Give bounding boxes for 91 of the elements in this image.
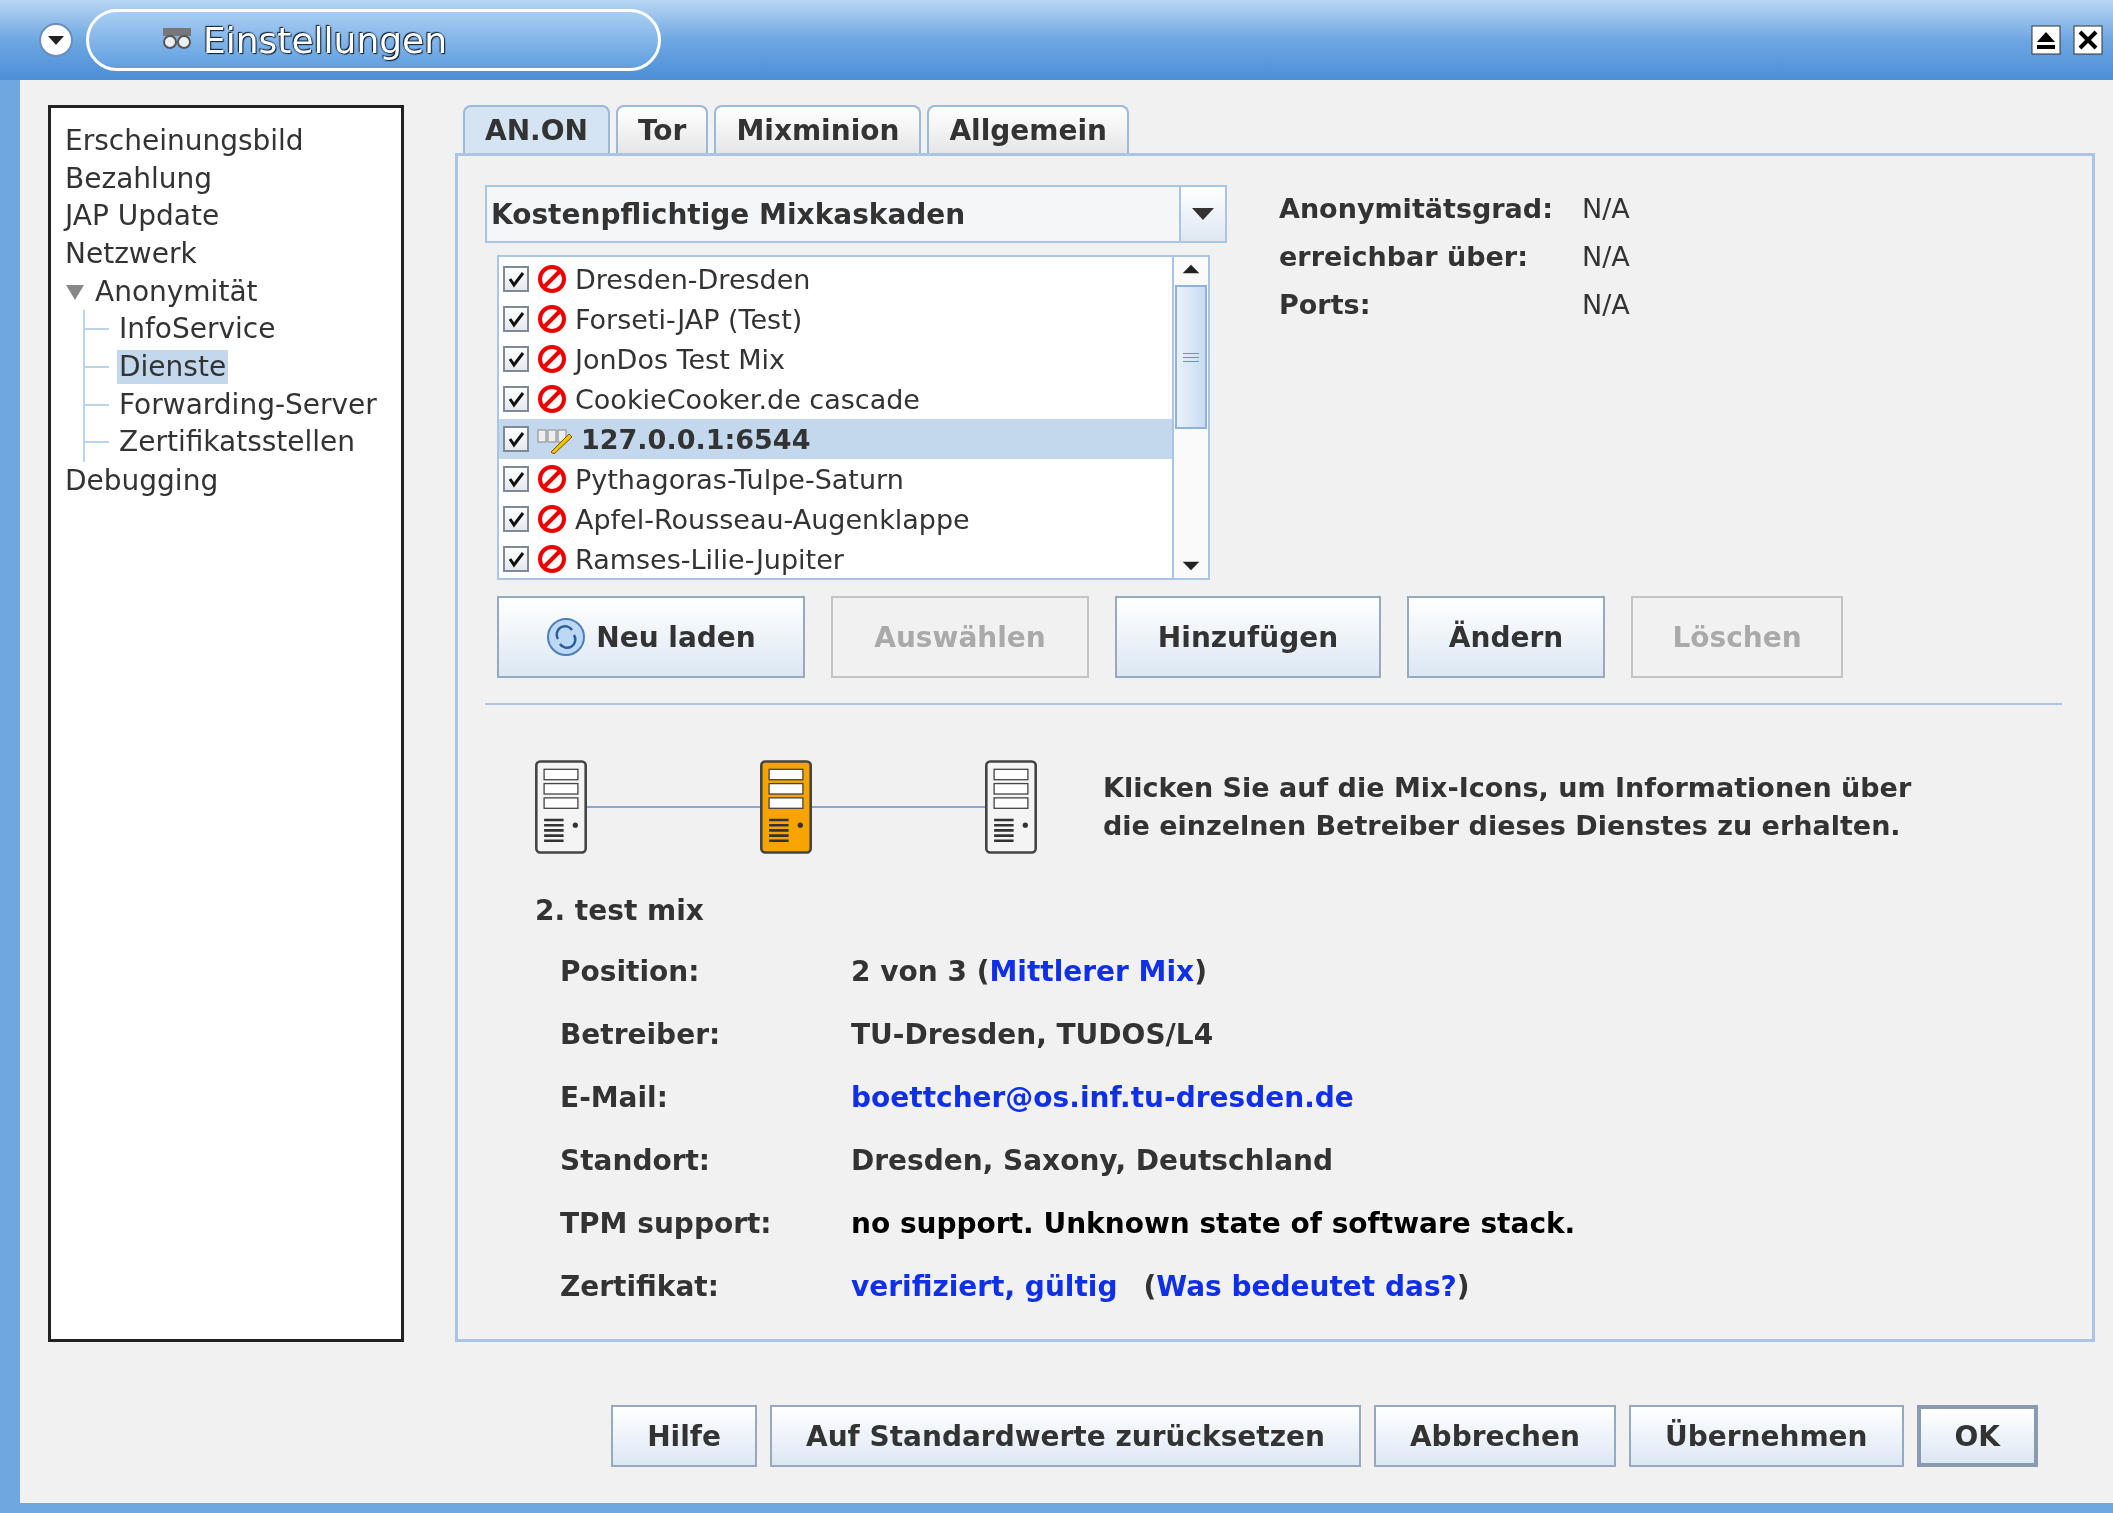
cascade-name: Ramses-Lilie-Jupiter xyxy=(575,543,844,575)
tree-item[interactable]: Erscheinungsbild xyxy=(63,123,306,158)
tree-item[interactable]: Zertifikatsstellen xyxy=(117,425,358,460)
checkbox[interactable] xyxy=(503,506,529,532)
checkbox[interactable] xyxy=(503,386,529,412)
tab[interactable]: Mixminion xyxy=(714,105,922,153)
info-value: N/A xyxy=(1582,289,1630,320)
prohibited-icon xyxy=(537,544,567,574)
detail-value: ) xyxy=(1456,1269,1470,1305)
window-menu-icon[interactable] xyxy=(38,22,74,58)
detail-label: TPM support: xyxy=(560,1206,773,1242)
tree-item[interactable]: Netzwerk xyxy=(63,236,199,271)
info-label: Ports: xyxy=(1279,289,1372,320)
detail-value: 2 von 3 ( xyxy=(851,954,990,990)
dialog-button[interactable]: Übernehmen xyxy=(1628,1405,1904,1467)
cascade-row[interactable]: 127.0.0.1:6544 xyxy=(499,419,1172,459)
cascade-name: Pythagoras-Tulpe-Saturn xyxy=(575,463,904,495)
detail-value: Dresden, Saxony, Deutschland xyxy=(851,1143,1334,1179)
prohibited-icon xyxy=(537,464,567,494)
detail-label: Betreiber: xyxy=(560,1017,722,1053)
dropdown-arrow-icon xyxy=(1192,208,1214,220)
info-label: Anonymitätsgrad: xyxy=(1279,193,1554,224)
action-button[interactable]: Neu laden xyxy=(497,596,805,678)
server-icon[interactable] xyxy=(760,760,812,854)
detail-label: Zertifikat: xyxy=(560,1269,720,1305)
maximize-icon[interactable] xyxy=(2031,25,2061,55)
cascade-name: Apfel-Rousseau-Augenklappe xyxy=(575,503,970,535)
tab[interactable]: AN.ON xyxy=(463,105,610,153)
close-icon[interactable] xyxy=(2073,25,2103,55)
cascade-name: 127.0.0.1:6544 xyxy=(581,423,811,455)
cascade-name: Dresden-Dresden xyxy=(575,263,811,295)
cascade-name: Forseti-JAP (Test) xyxy=(575,303,803,335)
tab[interactable]: Allgemein xyxy=(927,105,1130,153)
cascade-row[interactable]: JonDos Test Mix xyxy=(499,339,1172,379)
detail-value: ) xyxy=(1194,954,1207,990)
prohibited-icon xyxy=(537,344,567,374)
checkbox[interactable] xyxy=(503,466,529,492)
detail-link[interactable]: Mittlerer Mix xyxy=(989,953,1195,990)
scroll-up-icon[interactable] xyxy=(1181,263,1201,275)
detail-link[interactable]: Was bedeutet das? xyxy=(1156,1268,1457,1305)
cascade-row[interactable]: Ramses-Lilie-Jupiter xyxy=(499,539,1172,579)
info-value: N/A xyxy=(1582,241,1630,272)
scroll-down-icon[interactable] xyxy=(1181,560,1201,572)
prohibited-icon xyxy=(537,504,567,534)
cascade-row[interactable]: Forseti-JAP (Test) xyxy=(499,299,1172,339)
detail-link[interactable]: verifiziert, gültig xyxy=(851,1268,1118,1305)
tree-item[interactable]: InfoService xyxy=(117,312,278,347)
prohibited-icon xyxy=(537,264,567,294)
prohibited-icon xyxy=(537,304,567,334)
prohibited-icon xyxy=(537,384,567,414)
detail-label: Standort: xyxy=(560,1143,712,1179)
tree-item[interactable]: Debugging xyxy=(63,464,221,499)
dialog-button[interactable]: Abbrechen xyxy=(1373,1405,1616,1467)
mix-hint-text: Klicken Sie auf die Mix-Icons, um Informationen über die einzelnen Betreiber dieses Dienstes zu erhalten. xyxy=(1103,771,1913,843)
info-label: erreichbar über: xyxy=(1279,241,1529,272)
cascade-name: JonDos Test Mix xyxy=(575,343,786,375)
detail-link[interactable]: boettcher@os.inf.tu-dresden.de xyxy=(851,1079,1354,1116)
server-icon[interactable] xyxy=(985,760,1037,854)
detail-value: ( xyxy=(1143,1269,1157,1305)
info-value: N/A xyxy=(1582,193,1630,224)
checkbox[interactable] xyxy=(503,306,529,332)
tree-item[interactable]: Bezahlung xyxy=(63,161,215,196)
action-button[interactable]: Ändern xyxy=(1407,596,1605,678)
detail-value: no support. Unknown state of software stack. xyxy=(851,1206,1576,1242)
dialog-button[interactable]: Auf Standardwerte zurücksetzen xyxy=(770,1405,1361,1467)
checkbox[interactable] xyxy=(503,426,529,452)
dialog-button[interactable]: Hilfe xyxy=(611,1405,757,1467)
mix-title: 2. test mix xyxy=(535,894,705,927)
dialog-button[interactable]: OK xyxy=(1916,1405,2038,1467)
tree-item[interactable]: Dienste xyxy=(117,349,229,384)
detail-label: Position: xyxy=(560,954,701,990)
checkbox[interactable] xyxy=(503,346,529,372)
action-button[interactable]: Hinzufügen xyxy=(1115,596,1381,678)
tree-item[interactable]: Anonymität xyxy=(93,274,260,309)
reload-icon xyxy=(546,617,587,657)
scrollbar[interactable] xyxy=(1172,257,1208,578)
cascade-dropdown[interactable]: Kostenpflichtige Mixkaskaden xyxy=(485,185,1227,243)
tree-item[interactable]: JAP Update xyxy=(63,199,222,234)
detail-value: TU-Dresden, TUDOS/L4 xyxy=(851,1017,1214,1053)
server-icon[interactable] xyxy=(535,760,587,854)
tree-item[interactable]: Forwarding-Server xyxy=(117,387,379,422)
cascade-row[interactable]: CookieCooker.de cascade xyxy=(499,379,1172,419)
cascade-row[interactable]: Dresden-Dresden xyxy=(499,259,1172,299)
window-title: Einstellungen xyxy=(203,19,448,61)
cascade-row[interactable]: Apfel-Rousseau-Augenklappe xyxy=(499,499,1172,539)
detail-label: E-Mail: xyxy=(560,1080,669,1116)
checkbox[interactable] xyxy=(503,266,529,292)
checkbox[interactable] xyxy=(503,546,529,572)
cascade-name: CookieCooker.de cascade xyxy=(575,383,920,415)
cascade-row[interactable]: Pythagoras-Tulpe-Saturn xyxy=(499,459,1172,499)
tab[interactable]: Tor xyxy=(616,105,709,153)
